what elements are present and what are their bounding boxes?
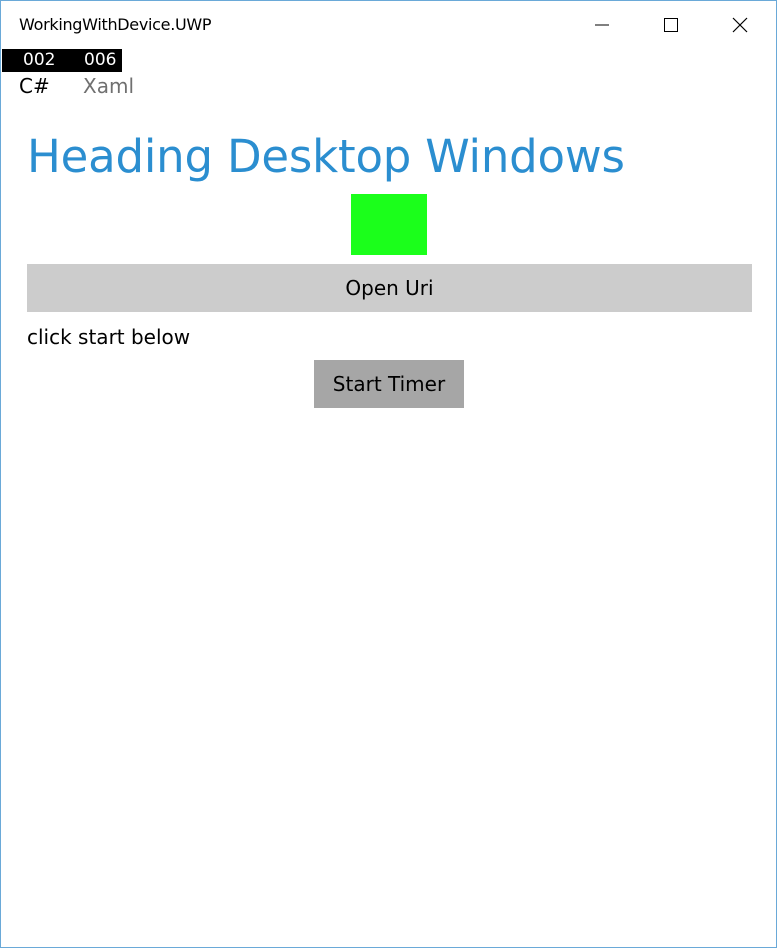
frame-rate-counter: 002 006 xyxy=(2,49,122,72)
close-button[interactable] xyxy=(706,1,774,49)
start-timer-button[interactable]: Start Timer xyxy=(314,360,464,408)
window-title: WorkingWithDevice.UWP xyxy=(19,15,212,34)
counter-value-second: 006 xyxy=(84,50,117,70)
maximize-button[interactable] xyxy=(637,1,705,49)
open-uri-button[interactable]: Open Uri xyxy=(27,264,752,312)
page-heading: Heading Desktop Windows xyxy=(27,130,625,183)
language-xaml-label: Xaml xyxy=(83,74,134,98)
close-icon xyxy=(732,17,748,33)
status-indicator-box xyxy=(351,194,427,255)
maximize-icon xyxy=(664,18,678,32)
language-csharp-label: C# xyxy=(19,74,50,98)
minimize-button[interactable] xyxy=(568,1,636,49)
app-window: WorkingWithDevice.UWP 002 006 C# Xaml He… xyxy=(0,0,777,948)
title-bar[interactable]: WorkingWithDevice.UWP xyxy=(1,1,776,49)
minimize-icon xyxy=(595,24,609,26)
counter-value-first: 002 xyxy=(23,50,56,70)
instruction-text: click start below xyxy=(27,325,191,349)
